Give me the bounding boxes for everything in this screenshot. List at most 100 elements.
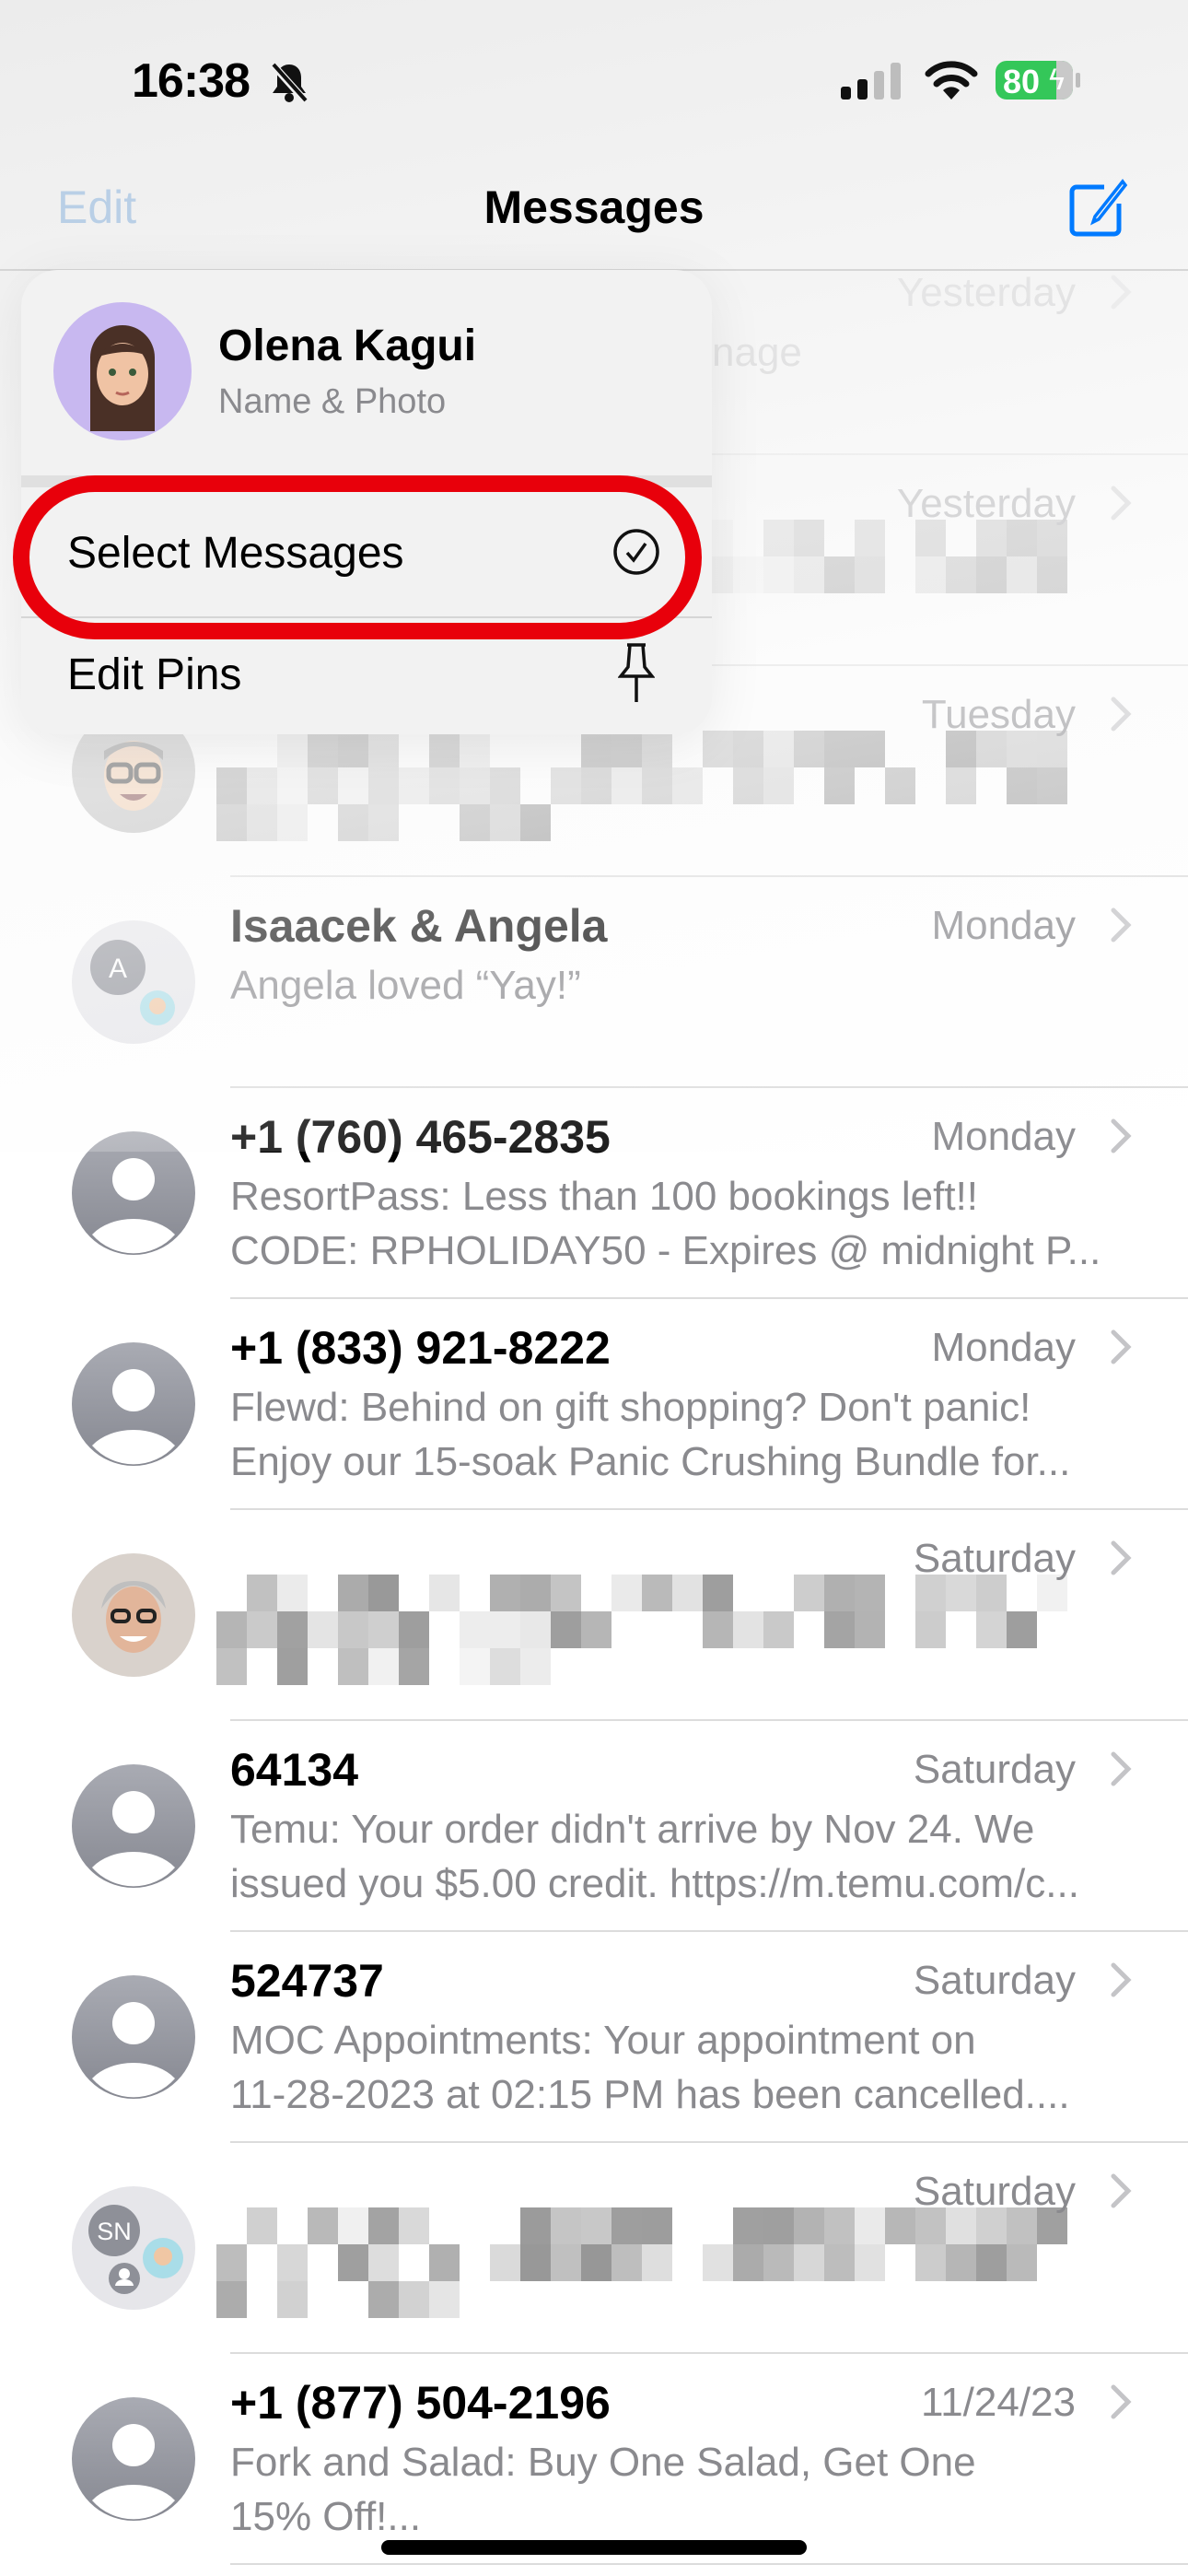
pixel-block <box>490 2244 520 2281</box>
pixel-block <box>247 2207 277 2244</box>
highlight-annotation <box>13 475 702 639</box>
pixel-block <box>490 804 520 841</box>
pixel-block <box>733 1611 763 1648</box>
pixel-block <box>460 1648 490 1685</box>
avatar <box>72 1764 195 1888</box>
pixel-block <box>247 804 277 841</box>
message-date: Saturday <box>913 1747 1076 1792</box>
chevron-right-icon <box>1111 1962 1132 1997</box>
profile-name[interactable]: Olena Kagui <box>218 321 476 371</box>
pixel-block <box>277 804 308 841</box>
pixel-block <box>460 731 490 767</box>
contact-name: +1 (760) 465-2835 <box>230 1111 611 1163</box>
profile-avatar[interactable] <box>53 302 192 440</box>
pixel-block <box>733 556 763 593</box>
pixel-block <box>824 2207 855 2244</box>
pixel-block <box>763 767 794 804</box>
message-preview: Temu: Your order didn't arrive by Nov 24… <box>230 1807 1079 1906</box>
message-date: Yesterday <box>896 481 1076 526</box>
pixel-block <box>1007 556 1037 593</box>
pixel-block <box>915 556 946 593</box>
pixel-block <box>216 804 247 841</box>
pixel-block <box>460 767 490 804</box>
pixel-block <box>1037 556 1067 593</box>
message-preview: Fork and Salad: Buy One Salad, Get One 1… <box>230 2440 976 2539</box>
row-divider <box>230 2563 1188 2565</box>
conversation-row[interactable]: Saturday <box>0 1510 1188 1721</box>
pixel-block <box>429 731 460 767</box>
pixel-block <box>611 2244 642 2281</box>
pixel-block <box>368 731 399 767</box>
pixel-block <box>672 767 703 804</box>
pixel-block <box>581 767 611 804</box>
pixel-block <box>247 767 277 804</box>
pixel-block <box>581 1611 611 1648</box>
pixel-block <box>733 731 763 767</box>
pixel-block <box>976 1611 1007 1648</box>
blurred-content <box>216 1575 1137 1694</box>
conversation-row[interactable]: +1 (833) 921-8222 Flewd: Behind on gift s… <box>0 1299 1188 1510</box>
conversation-row[interactable]: 524737 MOC Appointments: Your appointment… <box>0 1932 1188 2143</box>
conversation-row[interactable]: +1 (877) 504-2196 Fork and Salad: Buy One… <box>0 2354 1188 2565</box>
pixel-block <box>429 2281 460 2318</box>
contact-name: +1 (877) 504-2196 <box>230 2377 611 2429</box>
pixel-block <box>277 2281 308 2318</box>
wifi-icon <box>925 61 978 100</box>
conversation-row[interactable]: 64134 Temu: Your order didn't arrive by N… <box>0 1721 1188 1932</box>
pixel-block <box>247 1611 277 1648</box>
pixel-block <box>824 767 855 804</box>
pixel-block <box>763 2244 794 2281</box>
pin-icon <box>618 643 655 702</box>
pixel-block <box>763 731 794 767</box>
pixel-block <box>551 2207 581 2244</box>
compose-icon[interactable] <box>1067 178 1130 239</box>
home-indicator[interactable] <box>381 2540 807 2555</box>
pixel-block <box>642 1575 672 1611</box>
page-title: Messages <box>483 181 705 233</box>
bell-slash-icon <box>270 62 309 104</box>
pixel-block <box>216 1611 247 1648</box>
message-date: Saturday <box>913 1958 1076 2003</box>
pixel-block <box>855 556 885 593</box>
conversation-row[interactable]: +1 (760) 465-2835 ResortPass: Less than 1… <box>0 1088 1188 1299</box>
chevron-right-icon <box>1111 1329 1132 1364</box>
pixel-block <box>642 2207 672 2244</box>
message-preview: MOC Appointments: Your appointment on 11… <box>230 2018 1070 2117</box>
pixel-block <box>216 1648 247 1685</box>
pixel-block <box>399 767 429 804</box>
pixel-block <box>794 520 824 556</box>
pixel-block <box>399 2281 429 2318</box>
pixel-block <box>1037 767 1067 804</box>
pixel-block <box>460 1611 490 1648</box>
pixel-block <box>642 731 672 767</box>
chevron-right-icon <box>1111 275 1132 310</box>
message-preview: Flewd: Behind on gift shopping? Don't pa… <box>230 1385 1071 1484</box>
menu-item-label: Edit Pins <box>67 650 242 699</box>
pixel-block <box>581 2244 611 2281</box>
pixel-block <box>855 1611 885 1648</box>
chevron-right-icon <box>1111 697 1132 732</box>
conversation-row[interactable]: A Isaacek & Angela Angela loved “Yay!” Mond… <box>0 877 1188 1088</box>
pixel-block <box>308 731 338 767</box>
conversation-row[interactable]: SN Saturday <box>0 2143 1188 2354</box>
avatar: A <box>72 920 195 1044</box>
cellular-signal-icon <box>841 63 901 100</box>
pixel-block <box>703 731 733 767</box>
battery-level: 80 <box>1003 63 1041 100</box>
pixel-block <box>885 2207 915 2244</box>
pixel-block <box>368 1611 399 1648</box>
pixel-block <box>733 2244 763 2281</box>
pixel-block <box>551 1575 581 1611</box>
pixel-block <box>733 2207 763 2244</box>
avatar <box>72 1342 195 1466</box>
pixel-block <box>611 2207 642 2244</box>
pixel-block <box>490 1648 520 1685</box>
pixel-block <box>277 1611 308 1648</box>
pixel-block <box>338 1648 368 1685</box>
pixel-block <box>885 767 915 804</box>
pixel-block <box>794 556 824 593</box>
pixel-block <box>399 2207 429 2244</box>
pixel-block <box>763 2207 794 2244</box>
avatar <box>72 1553 195 1677</box>
pixel-block <box>429 767 460 804</box>
